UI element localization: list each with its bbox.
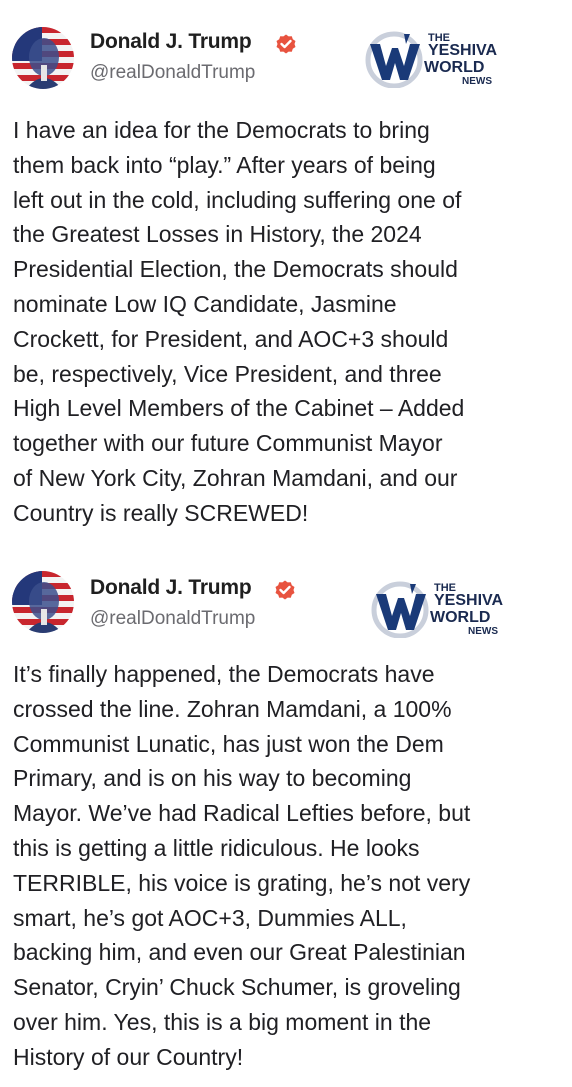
post-card: Donald J. Trump @realDonaldTrump THE YES… [0,548,572,1087]
yeshiva-world-news-logo-icon [371,581,429,638]
author-name[interactable]: Donald J. Trump [90,30,252,54]
watermark-news: NEWS [468,626,498,637]
watermark-logo: THE YESHIVA WORLD NEWS [370,578,520,642]
watermark-yeshiva: YESHIVA [434,592,504,609]
post-body-text: I have an idea for the Democrats to brin… [13,117,465,526]
avatar[interactable] [12,571,74,633]
watermark-logo: THE YESHIVA WORLD NEWS [364,28,514,92]
post-body-text: It’s finally happened, the Democrats hav… [13,661,471,1070]
post-card: Donald J. Trump @realDonaldTrump THE YES… [0,0,572,548]
avatar[interactable] [12,27,74,89]
verified-badge-icon [275,580,295,600]
yeshiva-world-news-logo-icon [365,31,423,88]
watermark-news: NEWS [462,76,492,87]
watermark-world: WORLD [424,59,485,76]
verified-badge-icon [276,34,296,54]
watermark-world: WORLD [430,609,491,626]
author-handle[interactable]: @realDonaldTrump [90,62,255,84]
author-handle[interactable]: @realDonaldTrump [90,608,255,630]
watermark-yeshiva: YESHIVA [428,42,498,59]
author-name[interactable]: Donald J. Trump [90,576,252,600]
